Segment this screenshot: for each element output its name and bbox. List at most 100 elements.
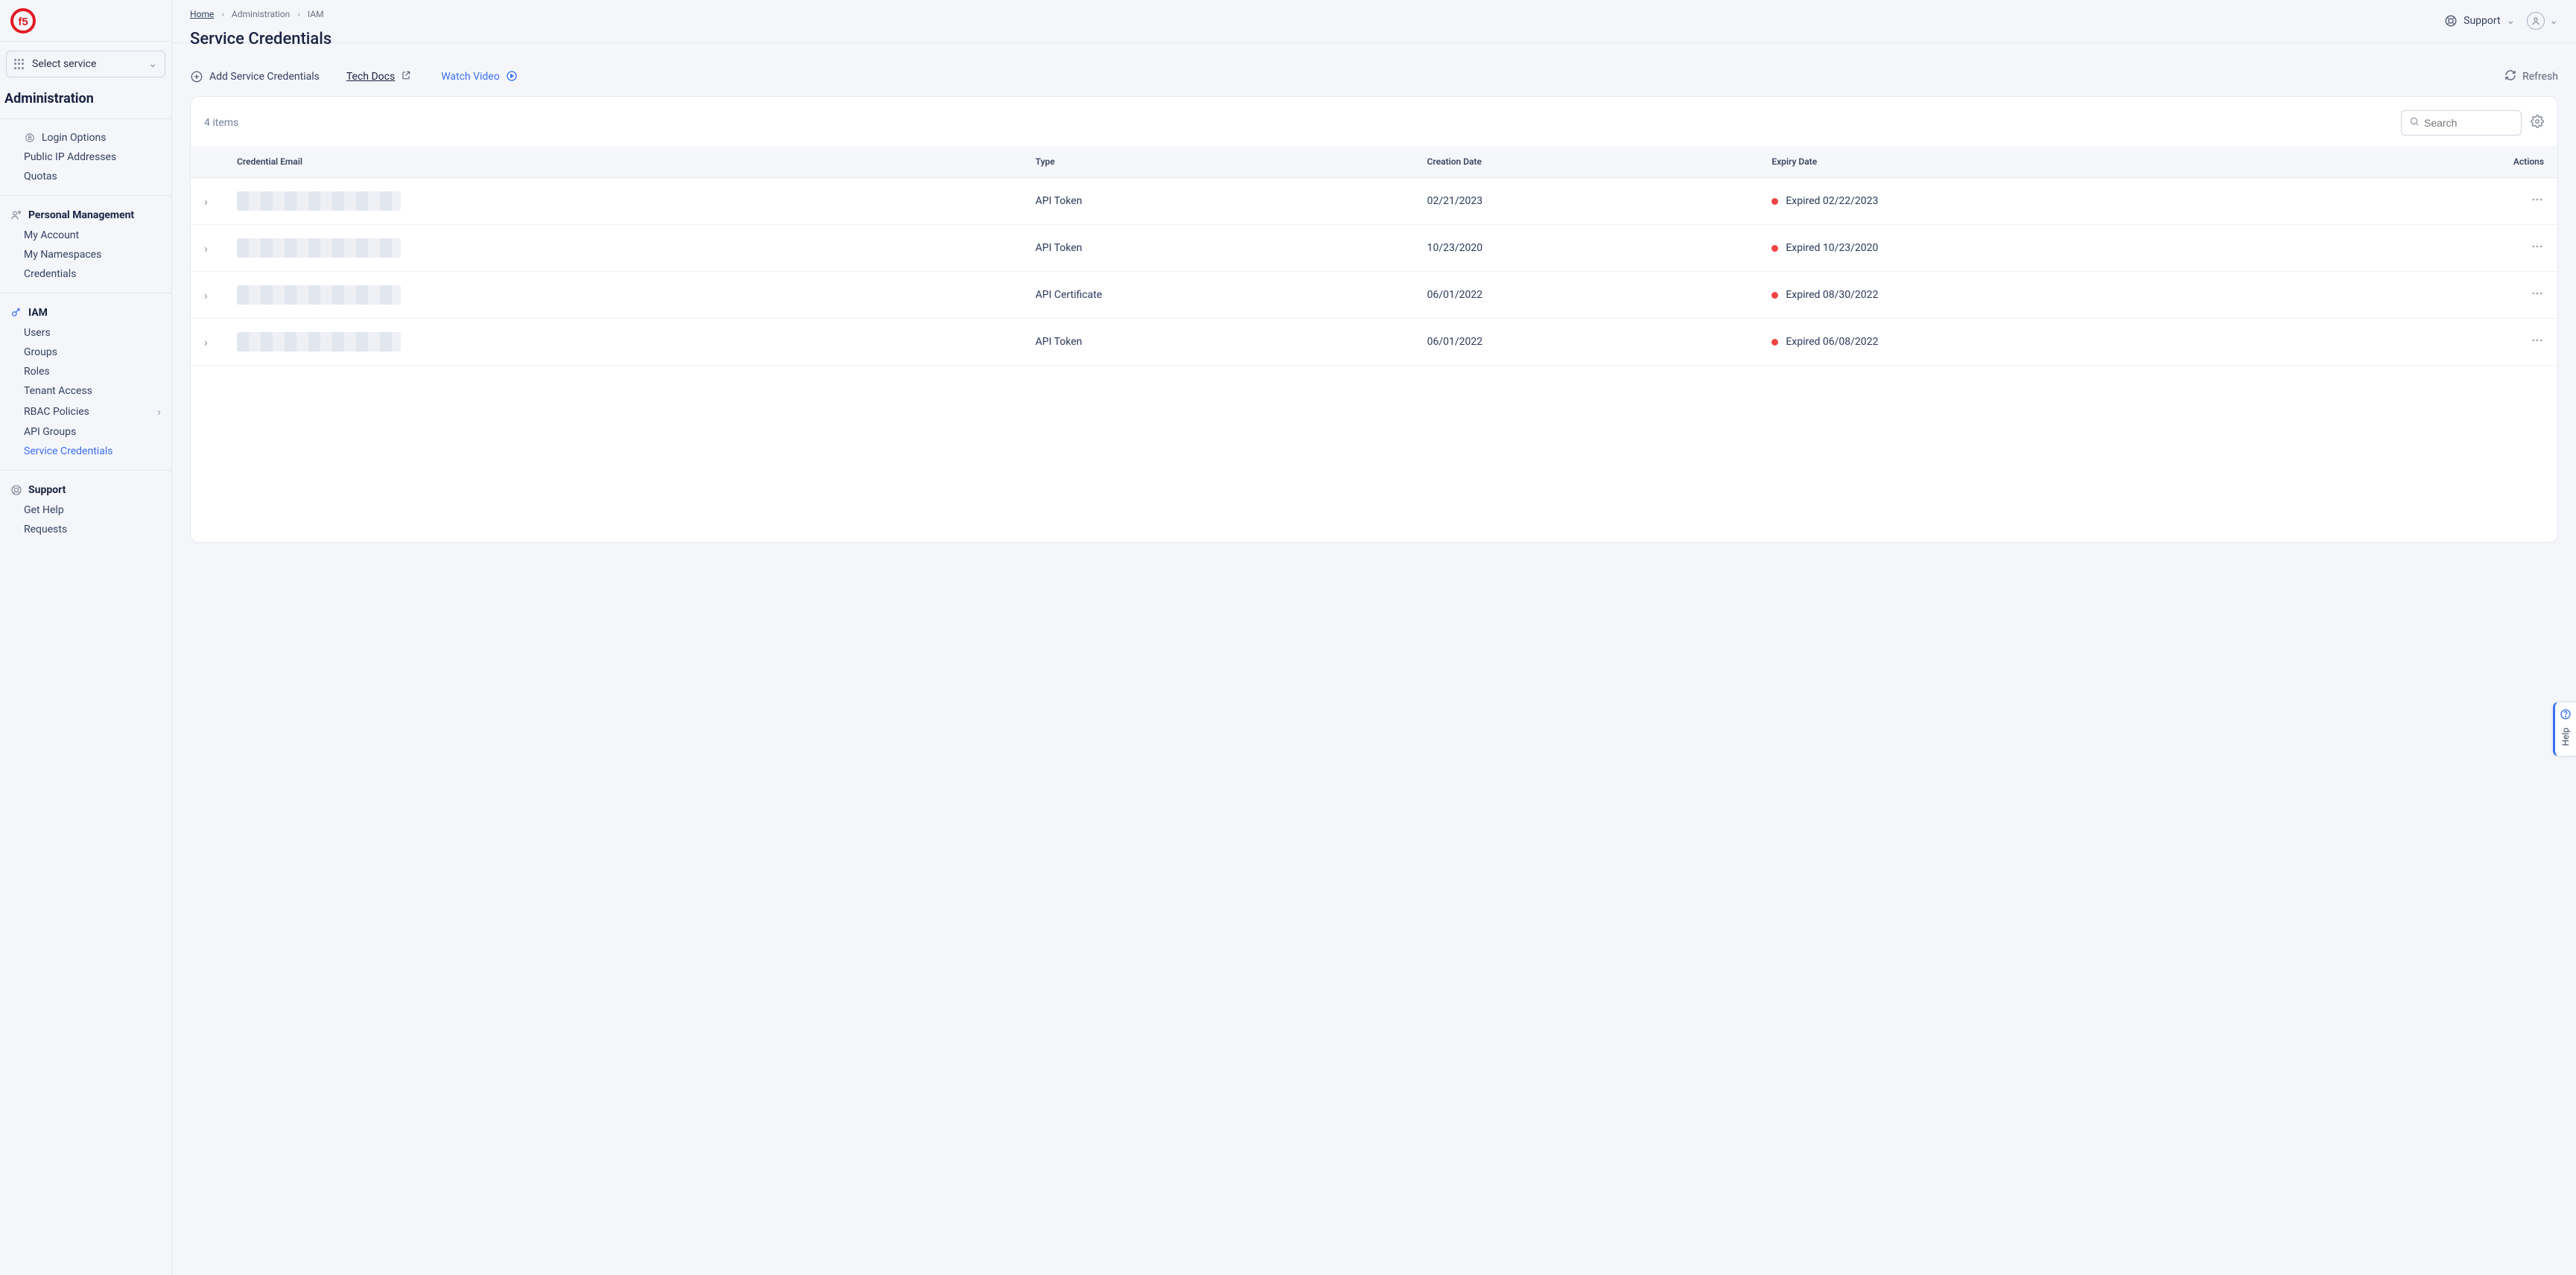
status-dot-expired	[1771, 339, 1778, 346]
sidebar-item-groups[interactable]: Groups	[0, 343, 171, 362]
sidebar-item-label: My Account	[24, 229, 79, 241]
chevron-down-icon: ⌄	[2549, 15, 2558, 27]
support-dropdown[interactable]: Support ⌄	[2444, 14, 2515, 28]
credentials-table: Credential Email Type Creation Date Expi…	[191, 146, 2557, 366]
sidebar-item-credentials[interactable]: Credentials	[0, 264, 171, 284]
expand-row-button[interactable]: ›	[204, 194, 208, 209]
status-dot-expired	[1771, 198, 1778, 205]
grid-icon	[14, 59, 25, 69]
sidebar-item-roles[interactable]: Roles	[0, 362, 171, 381]
items-count: 4 items	[204, 117, 238, 129]
expand-row-button[interactable]: ›	[204, 241, 208, 255]
key-icon	[10, 307, 22, 319]
sidebar-item-tenant-access[interactable]: Tenant Access	[0, 381, 171, 401]
breadcrumb-sep	[220, 9, 226, 19]
search-box[interactable]	[2401, 110, 2522, 136]
page-header: Home Administration IAM Support ⌄ ⌄ Serv…	[172, 0, 2576, 57]
main: Home Administration IAM Support ⌄ ⌄ Serv…	[172, 0, 2576, 1275]
user-menu[interactable]: ⌄	[2527, 12, 2558, 30]
sidebar-item-my-namespaces[interactable]: My Namespaces	[0, 245, 171, 264]
redacted-email	[237, 238, 401, 258]
lock-icon	[24, 132, 36, 144]
watch-video-link[interactable]: Watch Video	[441, 70, 519, 83]
col-created[interactable]: Creation Date	[1414, 146, 1759, 178]
nav-head-label: Personal Management	[28, 209, 134, 221]
expand-row-button[interactable]: ›	[204, 288, 208, 302]
sidebar-item-quotas[interactable]: Quotas	[0, 167, 171, 186]
table-row: ›API Token02/21/2023Expired 02/22/2023	[191, 178, 2557, 225]
table-settings-button[interactable]	[2531, 115, 2544, 131]
col-expand	[191, 146, 223, 178]
cell-created: 02/21/2023	[1414, 178, 1759, 225]
plus-circle-icon	[190, 70, 203, 83]
sidebar-item-label: RBAC Policies	[24, 406, 89, 418]
docs-label: Tech Docs	[346, 71, 395, 83]
row-actions-menu[interactable]	[2317, 178, 2557, 225]
refresh-icon	[2504, 69, 2516, 84]
nav-head-label: IAM	[28, 307, 48, 319]
sidebar-item-get-help[interactable]: Get Help	[0, 500, 171, 520]
chevron-right-icon: ›	[157, 404, 161, 419]
f5-logo: f5	[10, 8, 36, 34]
cell-expiry: Expired 02/22/2023	[1758, 178, 2317, 225]
sidebar-item-label: Roles	[24, 366, 50, 378]
sidebar-logo-row: f5	[0, 0, 171, 42]
sidebar-item-label: API Groups	[24, 426, 76, 438]
table-body: ›API Token02/21/2023Expired 02/22/2023›A…	[191, 178, 2557, 366]
cell-created: 06/01/2022	[1414, 272, 1759, 319]
video-label: Watch Video	[441, 71, 500, 83]
add-service-credentials[interactable]: Add Service Credentials	[190, 70, 320, 83]
cell-expiry: Expired 06/08/2022	[1758, 319, 2317, 366]
cell-created: 10/23/2020	[1414, 225, 1759, 272]
sidebar-item-login-options[interactable]: Login Options	[0, 128, 171, 147]
col-type[interactable]: Type	[1022, 146, 1414, 178]
table-head: Credential Email Type Creation Date Expi…	[191, 146, 2557, 178]
action-row: Add Service Credentials Tech Docs Watch …	[172, 57, 2576, 96]
sidebar-section-title: Administration	[0, 88, 171, 118]
nav-head-label: Support	[28, 484, 66, 496]
sidebar-item-label: Public IP Addresses	[24, 151, 116, 163]
col-actions: Actions	[2317, 146, 2557, 178]
sidebar-item-label: Quotas	[24, 171, 57, 182]
sidebar-item-label: Service Credentials	[24, 445, 112, 457]
refresh-button[interactable]: Refresh	[2504, 69, 2558, 84]
col-email[interactable]: Credential Email	[223, 146, 1022, 178]
life-ring-icon	[2444, 14, 2458, 28]
select-service-dropdown[interactable]: Select service ⌄	[6, 51, 165, 77]
sidebar-item-api-groups[interactable]: API Groups	[0, 422, 171, 442]
sidebar-item-label: My Namespaces	[24, 249, 101, 261]
sidebar-item-public-ip[interactable]: Public IP Addresses	[0, 147, 171, 167]
breadcrumb-home[interactable]: Home	[190, 9, 214, 19]
cell-type: API Token	[1022, 225, 1414, 272]
user-icon	[10, 209, 22, 221]
breadcrumb: Home Administration IAM	[190, 9, 324, 19]
status-dot-expired	[1771, 245, 1778, 252]
panel-toolbar: 4 items	[191, 97, 2557, 146]
avatar-icon	[2527, 12, 2545, 30]
tech-docs-link[interactable]: Tech Docs	[346, 70, 414, 83]
sidebar-item-rbac-policies[interactable]: RBAC Policies ›	[0, 401, 171, 422]
sidebar-item-requests[interactable]: Requests	[0, 520, 171, 539]
nav-group-iam: IAM Users Groups Roles Tenant Access RBA…	[0, 293, 171, 470]
search-input[interactable]	[2424, 117, 2513, 129]
sidebar-item-label: Groups	[24, 346, 57, 358]
table-row: ›API Token10/23/2020Expired 10/23/2020	[191, 225, 2557, 272]
row-actions-menu[interactable]	[2317, 225, 2557, 272]
expand-row-button[interactable]: ›	[204, 335, 208, 349]
row-actions-menu[interactable]	[2317, 319, 2557, 366]
sidebar-item-my-account[interactable]: My Account	[0, 226, 171, 245]
sidebar-item-service-credentials[interactable]: Service Credentials	[0, 442, 171, 461]
refresh-label: Refresh	[2522, 71, 2558, 83]
cell-created: 06/01/2022	[1414, 319, 1759, 366]
breadcrumb-seg: Administration	[232, 9, 290, 19]
table-panel: 4 items Credential Email Type Creation D…	[190, 96, 2558, 543]
sidebar-item-users[interactable]: Users	[0, 323, 171, 343]
help-tab[interactable]: Help	[2553, 702, 2576, 757]
table-row: ›API Token06/01/2022Expired 06/08/2022	[191, 319, 2557, 366]
row-actions-menu[interactable]	[2317, 272, 2557, 319]
nav-group-general: Login Options Public IP Addresses Quotas	[0, 119, 171, 195]
support-label: Support	[2464, 15, 2500, 27]
sidebar-item-label: Credentials	[24, 268, 76, 280]
cell-expiry: Expired 08/30/2022	[1758, 272, 2317, 319]
col-expiry[interactable]: Expiry Date	[1758, 146, 2317, 178]
